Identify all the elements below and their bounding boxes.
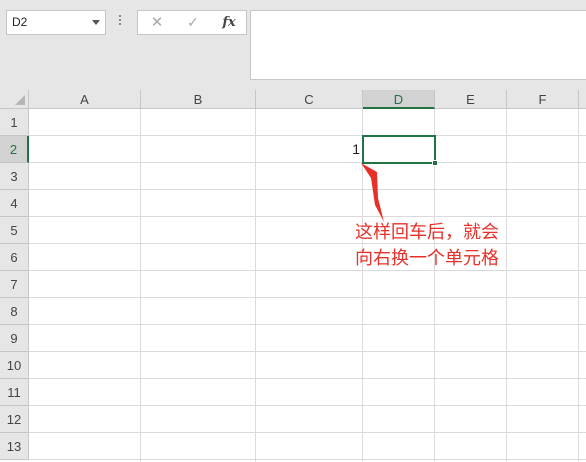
annotation-line-2: 向右换一个单元格 bbox=[355, 248, 499, 269]
annotation-text: 这样回车后，就会 向右换一个单元格 bbox=[355, 220, 499, 272]
arrow-shape bbox=[361, 163, 384, 222]
annotation-line-1: 这样回车后，就会 bbox=[355, 222, 499, 243]
